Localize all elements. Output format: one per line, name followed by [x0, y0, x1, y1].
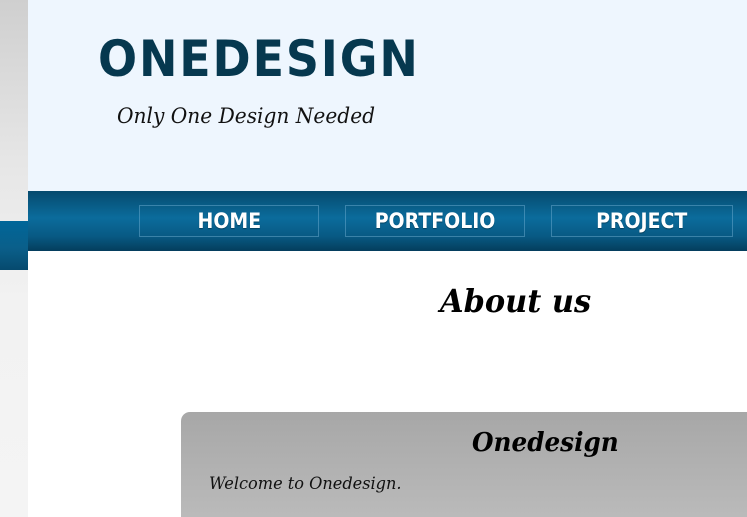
nav-item-portfolio-label: PORTFOLIO [374, 209, 496, 233]
nav-item-portfolio[interactable]: PORTFOLIO [345, 205, 525, 237]
nav-item-home[interactable]: HOME [139, 205, 319, 237]
nav-item-project[interactable]: PROJECT [551, 205, 733, 237]
nav-item-project-label: PROJECT [596, 209, 688, 233]
section-text: Welcome to Onedesign. [209, 474, 402, 494]
left-side-nav-accent [0, 221, 28, 270]
content-panel: Onedesign Welcome to Onedesign. [181, 412, 747, 517]
site-logo[interactable]: ONEDESIGN [98, 34, 420, 84]
main-navigation: HOME PORTFOLIO PROJECT [28, 191, 747, 251]
page-title: About us [440, 282, 592, 320]
nav-item-home-label: HOME [197, 209, 261, 233]
page: ONEDESIGN Only One Design Needed HOME PO… [0, 0, 747, 517]
site-tagline: Only One Design Needed [117, 104, 376, 128]
site-header: ONEDESIGN Only One Design Needed [28, 0, 747, 191]
section-title: Onedesign [472, 428, 619, 458]
